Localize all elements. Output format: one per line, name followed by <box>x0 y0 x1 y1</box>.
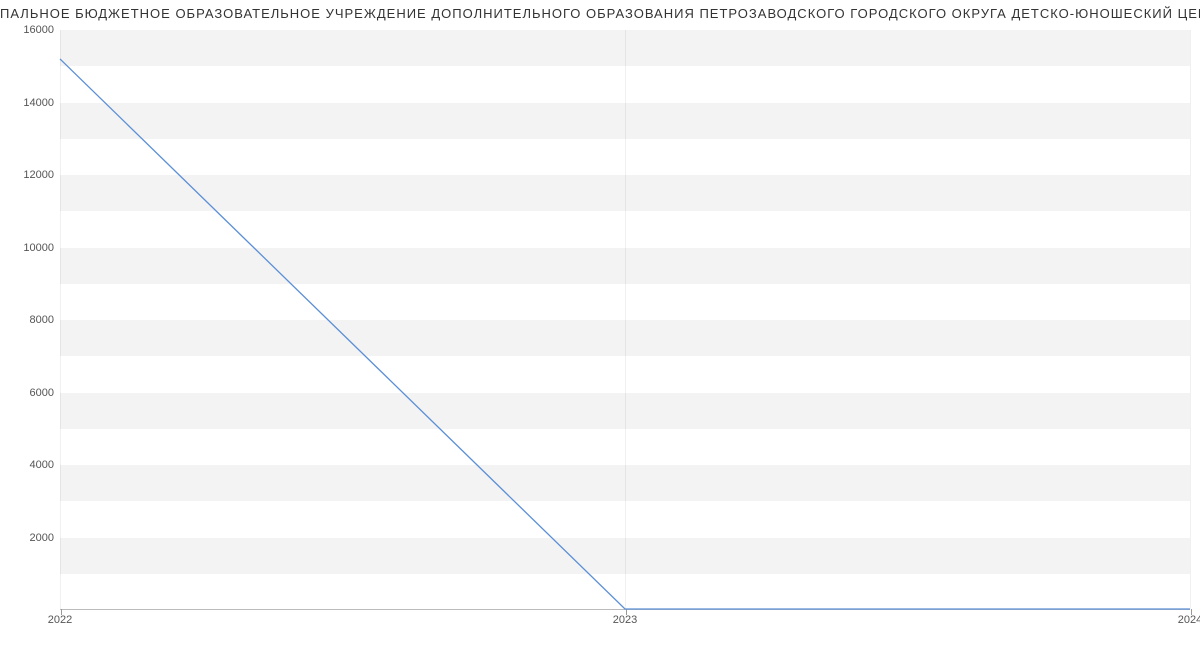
x-tick-label: 2024 <box>1178 614 1200 626</box>
y-tick-label: 16000 <box>4 24 54 36</box>
y-tick-label: 8000 <box>4 314 54 326</box>
y-tick-label: 12000 <box>4 169 54 181</box>
chart-title: ПАЛЬНОЕ БЮДЖЕТНОЕ ОБРАЗОВАТЕЛЬНОЕ УЧРЕЖД… <box>0 6 1200 21</box>
y-tick-label: 6000 <box>4 387 54 399</box>
y-tick-label: 4000 <box>4 459 54 471</box>
y-tick-label: 14000 <box>4 97 54 109</box>
y-tick-label: 2000 <box>4 532 54 544</box>
y-tick-label: 10000 <box>4 242 54 254</box>
x-gridline <box>1190 30 1191 609</box>
plot-area <box>60 30 1190 610</box>
x-tick-label: 2023 <box>613 614 637 626</box>
line-series <box>60 30 1190 609</box>
x-tick-label: 2022 <box>48 614 72 626</box>
